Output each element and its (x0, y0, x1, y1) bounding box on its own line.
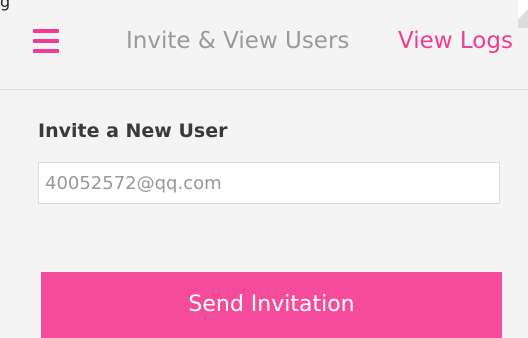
hamburger-menu-icon (33, 49, 59, 53)
corner-glyph-text: g (0, 0, 11, 11)
hamburger-menu-icon (33, 39, 59, 43)
hamburger-menu-icon (33, 29, 59, 33)
menu-button[interactable] (25, 25, 63, 59)
app-header: Invite & View Users View Logs (0, 0, 528, 90)
invite-view-users-screen: Invite & View Users View Logs g Invite a… (0, 0, 528, 338)
page-title: Invite & View Users (126, 28, 350, 54)
email-input[interactable] (38, 162, 500, 204)
invite-section: Invite a New User Send Invitation (0, 90, 528, 338)
send-invitation-button[interactable]: Send Invitation (41, 272, 502, 338)
view-logs-link[interactable]: View Logs (398, 28, 513, 54)
invite-heading: Invite a New User (38, 120, 228, 142)
corner-fold-decoration (518, 0, 528, 28)
